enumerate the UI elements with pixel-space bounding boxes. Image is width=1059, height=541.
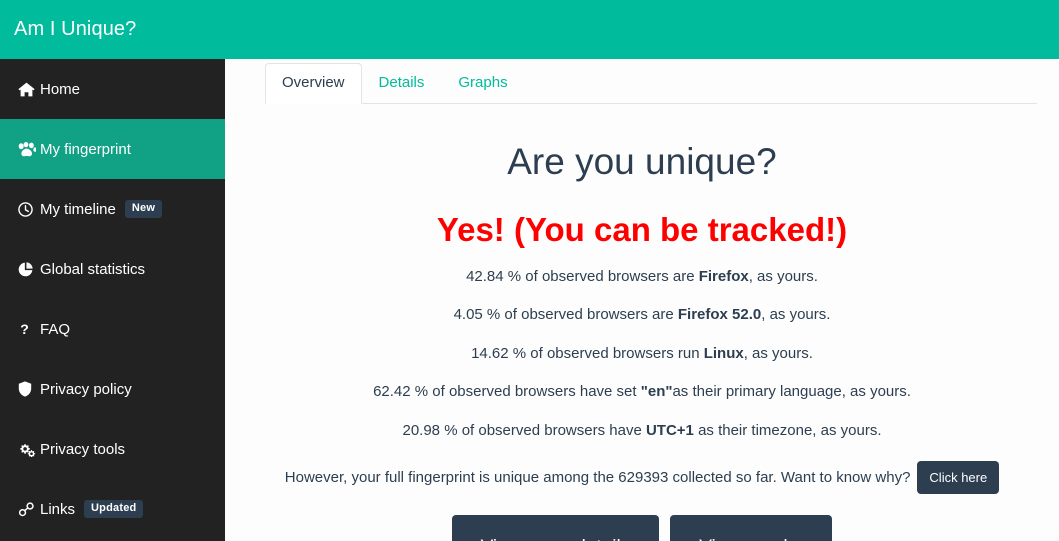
svg-text:?: ?: [20, 322, 29, 337]
stat-value: "en": [640, 383, 673, 401]
sidebar-item-global-statistics[interactable]: Global statistics: [0, 239, 225, 299]
sidebar-item-label: Global statistics: [40, 260, 146, 278]
question-mark-icon: ?: [18, 322, 40, 337]
tab-details[interactable]: Details: [362, 63, 442, 104]
stat-line: 20.98 % of observed browsers have UTC+1 …: [225, 421, 1059, 441]
sidebar-item-badge: New: [124, 200, 163, 218]
stat-suffix: as their timezone, as yours.: [693, 421, 882, 439]
stat-line: 42.84 % of observed browsers are Firefox…: [225, 267, 1059, 287]
sidebar-item-label: Home: [40, 80, 81, 98]
link-icon: [18, 501, 40, 517]
stat-suffix: , as yours.: [748, 267, 818, 285]
main-content: Overview Details Graphs Are you unique? Ye…: [225, 59, 1059, 541]
stat-suffix: as their primary language, as yours.: [672, 383, 911, 401]
fingerprint-note: However, your full fingerprint is unique…: [284, 469, 911, 487]
sidebar-item-label: Links: [40, 500, 76, 518]
fingerprint-note-row: However, your full fingerprint is unique…: [225, 461, 1059, 495]
sidebar-item-label: FAQ: [40, 320, 71, 338]
uniqueness-answer: Yes! (You can be tracked!): [436, 210, 848, 248]
tab-bar: Overview Details Graphs: [265, 59, 1037, 104]
sidebar-item-my-fingerprint[interactable]: My fingerprint: [0, 119, 225, 179]
sidebar-item-faq[interactable]: ? FAQ: [0, 299, 225, 359]
stat-prefix: 4.05 % of observed browsers are: [453, 306, 678, 324]
tab-overview[interactable]: Overview: [265, 63, 362, 104]
stat-suffix: , as yours.: [743, 344, 813, 362]
sidebar-item-privacy-policy[interactable]: Privacy policy: [0, 359, 225, 419]
clock-icon: [18, 201, 40, 217]
stat-value: Firefox: [698, 267, 749, 285]
sidebar-item-label: My fingerprint: [40, 140, 131, 158]
sidebar-item-badge: Updated: [84, 500, 144, 518]
sidebar-item-links[interactable]: Links Updated: [0, 479, 225, 539]
stat-prefix: 20.98 % of observed browsers have: [402, 421, 646, 439]
page-title: Are you unique?: [507, 141, 777, 182]
sidebar-item-my-timeline[interactable]: My timeline New: [0, 179, 225, 239]
stat-prefix: 42.84 % of observed browsers are: [466, 267, 699, 285]
stat-suffix: , as yours.: [761, 306, 831, 324]
sidebar-item-label: My timeline: [40, 200, 116, 218]
stat-prefix: 62.42 % of observed browsers have set: [373, 383, 641, 401]
paw-icon: [18, 141, 40, 157]
stat-line: 14.62 % of observed browsers run Linux, …: [225, 344, 1059, 364]
sidebar-item-home[interactable]: Home: [0, 59, 225, 119]
sidebar-item-label: Privacy policy: [40, 380, 132, 398]
stat-line: 4.05 % of observed browsers are Firefox …: [225, 305, 1059, 325]
home-icon: [18, 82, 40, 97]
stat-value: UTC+1: [645, 421, 694, 439]
sidebar-item-label: Privacy tools: [40, 440, 126, 458]
sidebar-item-privacy-tools[interactable]: Privacy tools: [0, 419, 225, 479]
stat-prefix: 14.62 % of observed browsers run: [471, 344, 704, 362]
sidebar-nav: Home My fingerprint My timeline New Global s…: [0, 59, 225, 541]
stat-value: Firefox 52.0: [677, 306, 762, 324]
shield-icon: [18, 381, 40, 397]
view-more-details-button[interactable]: View more details: [451, 515, 660, 541]
view-graphs-button[interactable]: View graphs: [670, 515, 833, 541]
action-buttons: View more details View graphs: [225, 515, 1059, 541]
gears-icon: [18, 442, 40, 457]
stats-list: 42.84 % of observed browsers are Firefox…: [225, 267, 1059, 441]
tab-graphs[interactable]: Graphs: [441, 63, 524, 104]
stat-value: Linux: [703, 344, 744, 362]
brand-title[interactable]: Am I Unique?: [0, 18, 136, 41]
click-here-button[interactable]: Click here: [917, 461, 1000, 495]
stat-line: 62.42 % of observed browsers have set "e…: [225, 382, 1059, 402]
pie-chart-icon: [18, 261, 40, 277]
app-header: Am I Unique?: [0, 0, 1059, 59]
